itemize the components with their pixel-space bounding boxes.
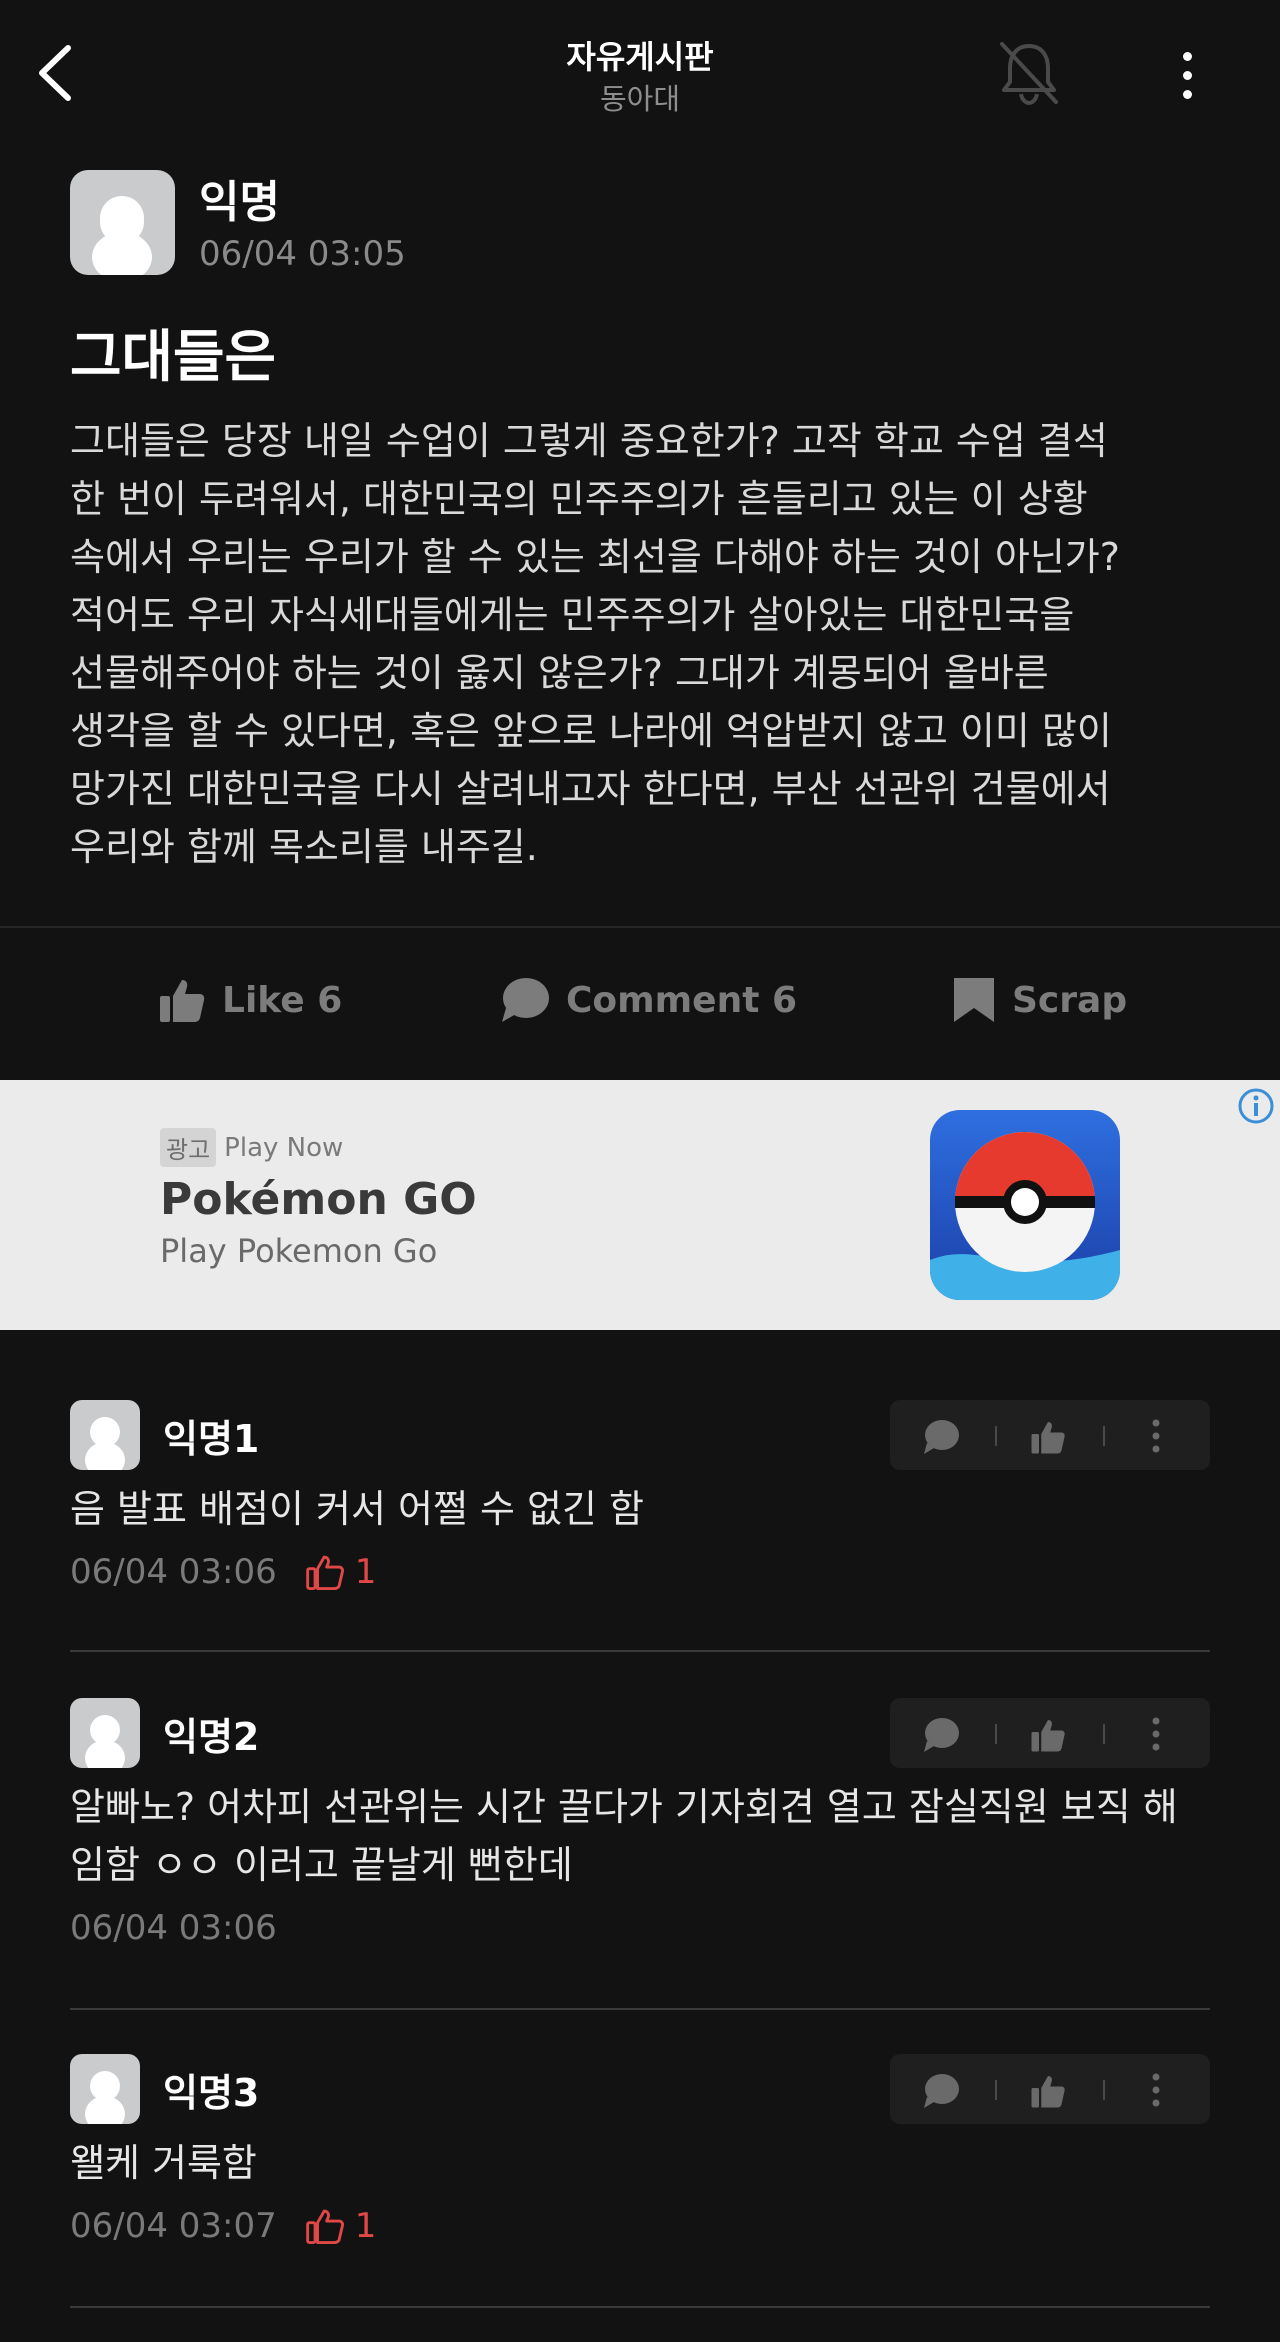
ad-title: Pokémon GO: [160, 1174, 477, 1225]
thumbs-up-outline-icon: [305, 1555, 344, 1590]
comment-timestamp: 06/04 03:07: [70, 2206, 277, 2246]
notification-button[interactable]: [996, 38, 1062, 108]
comment-toolbar: [890, 1400, 1210, 1470]
more-vertical-icon[interactable]: [1152, 1717, 1160, 1751]
comment-meta: 06/04 03:06 1: [70, 1552, 376, 1592]
bookmark-icon: [954, 978, 994, 1022]
like-label: Like 6: [222, 979, 343, 1021]
comment-toolbar: [890, 1698, 1210, 1768]
reply-icon[interactable]: [922, 1717, 960, 1753]
more-vertical-icon[interactable]: [1152, 2073, 1160, 2107]
author-name: 익명: [199, 177, 280, 228]
comment-text: 음 발표 배점이 커서 어쩔 수 없긴 함: [70, 1487, 644, 1531]
pokeball-app-icon[interactable]: [930, 1110, 1120, 1300]
bell-off-icon: [1000, 42, 1058, 106]
divider: [70, 2008, 1210, 2010]
thumbs-up-icon[interactable]: [1030, 1419, 1066, 1455]
thumbs-up-icon[interactable]: [1030, 2073, 1066, 2109]
scrap-label: Scrap: [1012, 979, 1128, 1021]
board-title: 자유게시판: [566, 38, 714, 76]
comment-timestamp: 06/04 03:06: [70, 1908, 277, 1948]
top-bar: 자유게시판 동아대: [0, 0, 1280, 150]
comment-text: 알빠노? 어차피 선관위는 시간 끌다가 기자회견 열고 잠실직원 보직 해임함…: [70, 1785, 1178, 1887]
speech-bubble-icon: [502, 978, 549, 1022]
divider: [0, 926, 1280, 928]
comment-author: 익명2: [163, 1715, 260, 1759]
board-subtitle: 동아대: [599, 82, 681, 116]
comment-like-count: 1: [305, 2206, 376, 2246]
comment-author: 익명1: [163, 1417, 260, 1461]
ad-tag-row: 광고 Play Now: [160, 1128, 343, 1167]
ad-banner[interactable]: 광고 Play Now Pokémon GO Play Pokemon Go: [0, 1080, 1280, 1330]
comment-toolbar: [890, 2054, 1210, 2124]
reply-icon[interactable]: [922, 1419, 960, 1455]
avatar: [70, 170, 175, 275]
post-timestamp: 06/04 03:05: [199, 234, 406, 274]
ad-badge: 광고: [160, 1128, 217, 1167]
more-vertical-icon[interactable]: [1152, 1419, 1160, 1453]
thumbs-up-icon: [160, 980, 205, 1022]
comment-button[interactable]: Comment 6: [500, 976, 797, 1024]
ad-subtitle: Play Pokemon Go: [160, 1232, 438, 1270]
divider: [70, 2306, 1210, 2308]
thumbs-up-icon[interactable]: [1030, 1717, 1066, 1753]
comment-timestamp: 06/04 03:06: [70, 1552, 277, 1592]
reply-icon[interactable]: [922, 2073, 960, 2109]
like-button[interactable]: Like 6: [158, 976, 342, 1024]
post-actions: Like 6 Comment 6 Scrap: [0, 940, 1280, 1064]
post-title: 그대들은: [70, 325, 277, 390]
info-icon[interactable]: [1236, 1086, 1276, 1126]
thumbs-up-outline-icon: [305, 2209, 344, 2244]
scrap-button[interactable]: Scrap: [952, 976, 1127, 1024]
ad-cta: Play Now: [224, 1132, 344, 1163]
post-body: 그대들은 당장 내일 수업이 그렇게 중요한가? 고작 학교 수업 결석 한 번…: [70, 419, 1120, 869]
divider: [70, 1650, 1210, 1652]
avatar: [70, 2054, 140, 2124]
comment-text: 왤케 거룩함: [70, 2141, 257, 2185]
comment-author: 익명3: [163, 2071, 260, 2115]
avatar: [70, 1698, 140, 1768]
avatar: [70, 1400, 140, 1470]
more-vertical-icon: [1182, 51, 1192, 61]
more-options-button[interactable]: [1166, 42, 1208, 108]
comment-meta: 06/04 03:06: [70, 1908, 277, 1948]
comment-like-count: 1: [305, 1552, 376, 1592]
comment-meta: 06/04 03:07 1: [70, 2206, 376, 2246]
comment-label: Comment 6: [566, 979, 798, 1021]
